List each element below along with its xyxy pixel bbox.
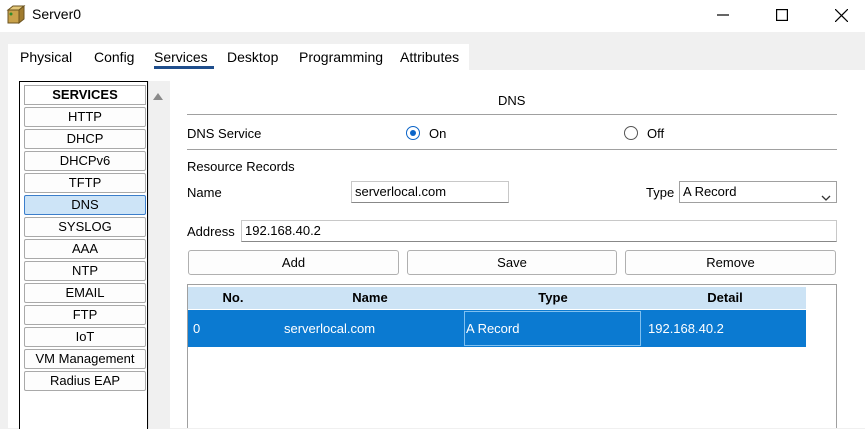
dns-on-radio[interactable] [406,126,420,140]
cell-type: A Record [466,321,520,336]
active-tab-indicator [154,66,214,69]
service-ntp-button[interactable]: NTP [24,261,146,281]
service-http-button[interactable]: HTTP [24,107,146,127]
type-label: Type [646,185,675,200]
column-header-detail[interactable]: Detail [644,287,806,309]
address-input[interactable]: 192.168.40.2 [241,220,837,242]
service-vm-management-button[interactable]: VM Management [24,349,146,369]
name-label: Name [187,185,222,200]
title-bar: Server0 [0,0,865,32]
column-header-type[interactable]: Type [462,287,644,309]
type-select[interactable]: A Record [679,181,837,203]
cell-detail: 192.168.40.2 [648,321,724,336]
column-header-no[interactable]: No. [188,287,278,309]
cell-name: serverlocal.com [284,321,376,336]
service-radius-eap-button[interactable]: Radius EAP [24,371,146,391]
cell-no: 0 [193,321,201,336]
type-select-value: A Record [683,184,737,199]
dns-service-label: DNS Service [187,126,262,141]
services-scrollbar[interactable] [148,81,170,428]
tab-services[interactable]: Services [154,49,208,65]
service-email-button[interactable]: EMAIL [24,283,146,303]
service-dns-button[interactable]: DNS [24,195,146,215]
scroll-up-arrow-icon[interactable] [153,88,163,103]
service-aaa-button[interactable]: AAA [24,239,146,259]
tab-attributes[interactable]: Attributes [400,49,459,65]
dns-section-title: DNS [498,93,526,108]
close-icon [834,8,848,22]
tab-config[interactable]: Config [94,49,134,65]
service-syslog-button[interactable]: SYSLOG [24,217,146,237]
dns-off-radio[interactable] [624,126,638,140]
minimize-button[interactable] [700,0,746,30]
resource-records-label: Resource Records [187,159,295,174]
maximize-icon [776,9,788,21]
tab-desktop[interactable]: Desktop [227,49,278,65]
tab-physical[interactable]: Physical [20,49,72,65]
dns-on-label[interactable]: On [429,126,446,141]
close-button[interactable] [818,0,864,30]
minimize-icon [717,14,729,16]
tab-bar: Physical Config Services Desktop Program… [8,44,469,70]
divider [187,114,837,115]
service-dhcpv6-button[interactable]: DHCPv6 [24,151,146,171]
maximize-button[interactable] [759,0,805,30]
name-input[interactable]: serverlocal.com [351,181,509,203]
chevron-down-icon [821,188,831,208]
window-title: Server0 [32,6,82,22]
service-iot-button[interactable]: IoT [24,327,146,347]
add-button[interactable]: Add [188,250,399,275]
tab-programming[interactable]: Programming [299,49,383,65]
dns-off-label[interactable]: Off [647,126,664,141]
service-dhcp-button[interactable]: DHCP [24,129,146,149]
address-label: Address [187,224,235,239]
services-header: SERVICES [24,85,146,105]
save-button[interactable]: Save [407,250,617,275]
divider [187,149,837,150]
remove-button[interactable]: Remove [625,250,836,275]
column-header-name[interactable]: Name [278,287,462,309]
server-app-icon [4,4,26,26]
service-ftp-button[interactable]: FTP [24,305,146,325]
service-tftp-button[interactable]: TFTP [24,173,146,193]
